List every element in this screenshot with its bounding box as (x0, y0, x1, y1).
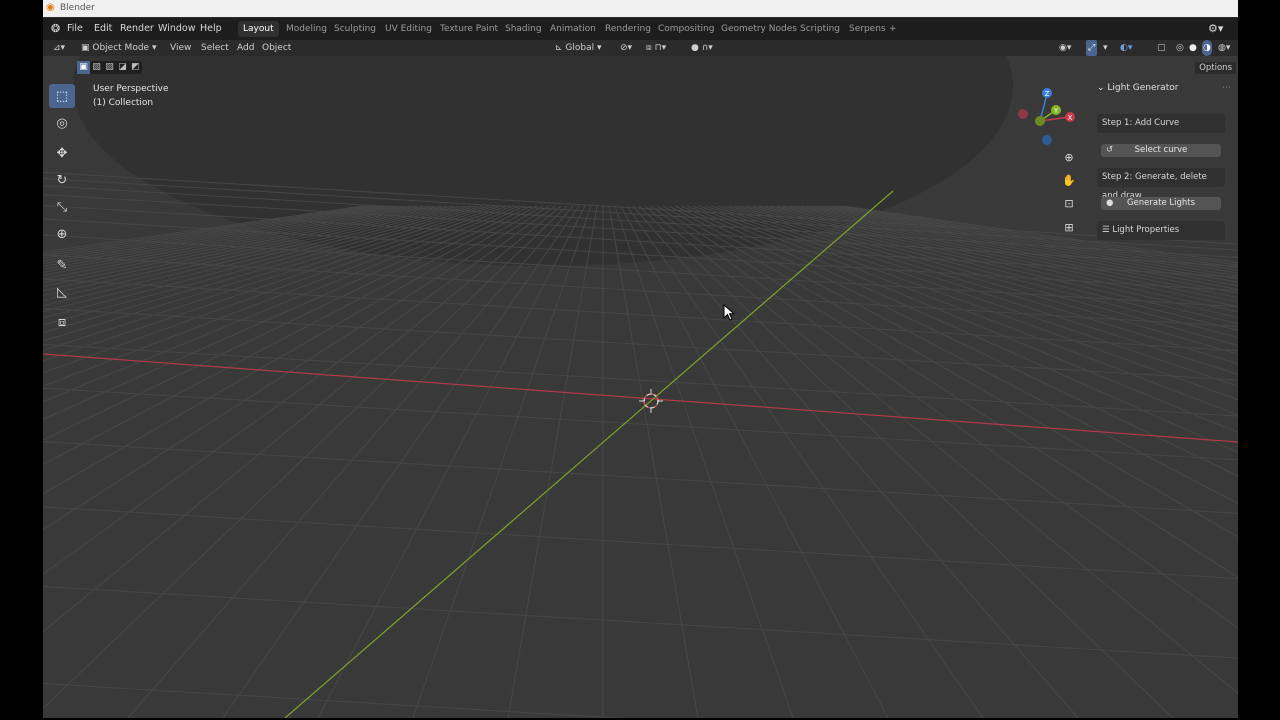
select-curve-label: Select curve (1134, 145, 1188, 155)
options-button[interactable]: Options (1195, 62, 1236, 74)
tab-sculpting[interactable]: Sculpting (329, 21, 381, 37)
tab-animation[interactable]: Animation (545, 21, 601, 37)
tab-layout[interactable]: Layout (238, 21, 279, 37)
menu-help[interactable]: Help (200, 18, 222, 40)
light-properties-label: Light Properties (1112, 225, 1180, 235)
zoom-icon[interactable]: ⊕ (1060, 148, 1078, 166)
tab-uv-editing[interactable]: UV Editing (380, 21, 437, 37)
light-properties-row: ☰ Light Properties (1102, 221, 1179, 240)
cursor-tool-icon[interactable]: ◎ (49, 111, 75, 135)
gizmo-toggle-icon[interactable]: ⤢ (1086, 40, 1098, 56)
tab-geometry-nodes[interactable]: Geometry Nodes (716, 21, 802, 37)
blender-menu-icon[interactable]: ❂ (51, 18, 60, 40)
window-title: Blender (60, 3, 95, 13)
select-subtract-icon[interactable]: ▧ (103, 61, 116, 74)
title-bar: ◉ Blender (43, 0, 1238, 17)
step1-box: Step 1: Add Curve (1097, 114, 1225, 133)
tab-modeling[interactable]: Modeling (281, 21, 332, 37)
drag-handle-icon[interactable]: ⋯ (1222, 81, 1231, 95)
orientation-label: Global (565, 43, 595, 53)
annotate-tool-icon[interactable]: ✎ (49, 253, 75, 277)
pan-hand-icon[interactable]: ✋ (1060, 171, 1078, 189)
add-workspace-button[interactable]: + (884, 21, 902, 37)
visibility-icon[interactable]: ◉▾ (1059, 40, 1071, 56)
view-menu[interactable]: View (170, 40, 191, 56)
tab-rendering[interactable]: Rendering (600, 21, 656, 37)
material-shading-icon[interactable]: ◑ (1202, 40, 1212, 56)
collapse-arrow-icon: ⌄ (1097, 83, 1108, 93)
panel-header[interactable]: ⌄ Light Generator ⋯ (1097, 81, 1231, 95)
mouse-pointer-icon (723, 304, 735, 321)
editor-type-icon[interactable]: ⊿▾ (53, 40, 65, 56)
rotate-tool-icon[interactable]: ↻ (49, 168, 75, 192)
tab-shading[interactable]: Shading (500, 21, 547, 37)
collection-label: (1) Collection (93, 98, 154, 108)
gizmo-neg-y-axis[interactable] (1035, 116, 1045, 126)
select-invert-icon[interactable]: ◪ (116, 61, 129, 74)
navigation-gizmo[interactable]: Z Y X (1014, 84, 1078, 148)
wireframe-shading-icon[interactable]: ◎ (1176, 40, 1184, 56)
menu-window[interactable]: Window (158, 18, 195, 40)
orientation-icon: ⊾ (555, 43, 566, 53)
step1-label: Step 1: Add Curve (1102, 118, 1180, 128)
3d-viewport[interactable]: ▣ ▨ ▧ ◪ ◩ ⬚ ◎ ✥ ↻ ⤡ ⊕ ✎ ◺ ⧈ User Perspective… (43, 56, 1238, 718)
overlays-icon[interactable]: ◐▾ (1120, 40, 1132, 56)
curve-icon: ↺ (1106, 145, 1114, 155)
proportional-edit-icon[interactable]: ● ∩▾ (691, 40, 713, 56)
rendered-shading-icon[interactable]: ◍▾ (1218, 40, 1230, 56)
menu-edit[interactable]: Edit (94, 18, 112, 40)
viewport-header: ⊿▾ ▣ Object Mode ▾ View Select Add Objec… (43, 40, 1238, 56)
light-generator-panel: ⌄ Light Generator ⋯ Step 1: Add Curve ↺ Se… (1095, 79, 1233, 249)
selection-mode-group: ▣ ▨ ▧ ◪ ◩ (77, 61, 142, 74)
gizmo-neg-x-axis[interactable] (1018, 109, 1028, 119)
ortho-grid-icon[interactable]: ⊞ (1060, 218, 1078, 236)
select-new-icon[interactable]: ▣ (77, 61, 90, 74)
xray-icon[interactable]: ▢ (1157, 40, 1166, 56)
tab-texture-paint[interactable]: Texture Paint (435, 21, 503, 37)
step2-box: Step 2: Generate, delete and draw (1097, 168, 1225, 201)
pivot-icon[interactable]: ⊘▾ (620, 40, 632, 56)
gizmo-dropdown-icon[interactable]: ▾ (1103, 40, 1108, 56)
list-icon: ☰ (1102, 225, 1113, 235)
add-cube-tool-icon[interactable]: ⧈ (49, 310, 75, 334)
object-mode-icon: ▣ (81, 43, 93, 53)
measure-tool-icon[interactable]: ◺ (49, 280, 75, 304)
generate-lights-button[interactable]: ● Generate Lights (1101, 197, 1221, 210)
select-extend-icon[interactable]: ▨ (90, 61, 103, 74)
tab-scripting[interactable]: Scripting (795, 21, 845, 37)
blender-window: ◉ Blender ❂ File Edit Render Window Help… (43, 0, 1238, 718)
object-menu[interactable]: Object (262, 40, 291, 56)
scale-tool-icon[interactable]: ⤡ (49, 195, 75, 219)
camera-view-icon[interactable]: ⊡ (1060, 194, 1078, 212)
add-menu[interactable]: Add (237, 40, 254, 56)
solid-shading-icon[interactable]: ● (1189, 40, 1197, 56)
tab-compositing[interactable]: Compositing (653, 21, 719, 37)
snap-icon[interactable]: ⧈ ⊓▾ (646, 40, 666, 56)
select-box-icon[interactable]: ⬚ (49, 84, 75, 108)
move-tool-icon[interactable]: ✥ (49, 141, 75, 165)
gizmo-y-label: Y (1053, 107, 1059, 115)
menu-file[interactable]: File (67, 18, 83, 40)
viewport-scene (43, 56, 1238, 718)
light-properties-box[interactable]: ☰ Light Properties (1097, 221, 1225, 240)
gizmo-neg-z-axis[interactable] (1042, 135, 1052, 145)
transform-orientation[interactable]: ⊾ Global ▾ (555, 40, 602, 56)
select-menu[interactable]: Select (201, 40, 229, 56)
select-curve-button[interactable]: ↺ Select curve (1101, 144, 1221, 157)
gizmo-x-label: X (1068, 114, 1073, 122)
mode-selector[interactable]: ▣ Object Mode ▾ (81, 40, 156, 56)
top-bar: ❂ File Edit Render Window Help Layout Mo… (43, 18, 1238, 40)
panel-title: Light Generator (1107, 83, 1179, 93)
light-icon: ● (1106, 198, 1114, 208)
select-intersect-icon[interactable]: ◩ (129, 61, 142, 74)
gizmo-z-label: Z (1045, 90, 1050, 98)
view-perspective-label: User Perspective (93, 84, 169, 94)
blender-logo-icon: ◉ (46, 2, 55, 13)
transform-tool-icon[interactable]: ⊕ (49, 222, 75, 246)
menu-render[interactable]: Render (120, 18, 154, 40)
mode-label: Object Mode (92, 43, 150, 53)
generate-lights-label: Generate Lights (1126, 198, 1196, 208)
scene-selector-icon[interactable]: ⚙▾ (1208, 18, 1223, 40)
